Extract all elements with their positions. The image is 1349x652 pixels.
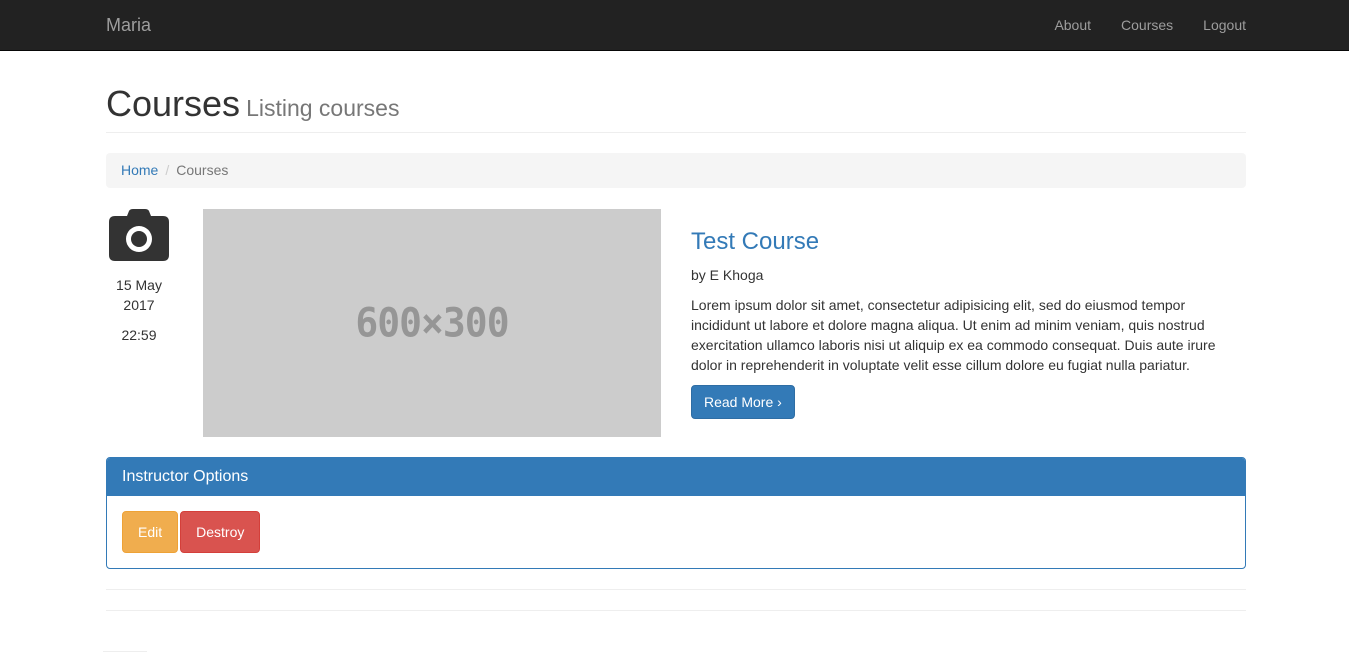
course-description: Lorem ipsum dolor sit amet, consectetur …: [691, 297, 1216, 373]
edit-button[interactable]: Edit: [122, 511, 179, 553]
panel-body: Edit Destroy: [107, 496, 1245, 568]
divider-1: [106, 589, 1246, 590]
page-title-text: Courses: [106, 83, 241, 124]
top-navbar: Maria About Courses Logout: [0, 0, 1349, 51]
course-author: by E Khoga: [691, 267, 764, 283]
nav-link-courses[interactable]: Courses: [1106, 0, 1188, 50]
course-date-column: 15 May 2017 22:59: [106, 209, 172, 345]
course-image-placeholder: 600×300: [203, 209, 661, 437]
breadcrumb-current: Courses: [176, 162, 229, 178]
course-time: 22:59: [121, 327, 157, 343]
breadcrumb-home-link[interactable]: Home: [121, 162, 158, 178]
panel-heading: Instructor Options: [107, 458, 1245, 496]
destroy-button[interactable]: Destroy: [180, 511, 261, 553]
course-title-link[interactable]: Test Course: [691, 226, 819, 258]
page-header: Courses Listing courses: [106, 82, 1246, 133]
breadcrumb-separator: /: [165, 162, 170, 178]
breadcrumb: Home / Courses: [106, 153, 1246, 188]
nav-link-logout[interactable]: Logout: [1188, 0, 1246, 50]
course-body: Test Course by E Khoga Lorem ipsum dolor…: [691, 226, 1246, 419]
nav-link-about[interactable]: About: [1039, 0, 1106, 50]
nav-links: About Courses Logout: [1039, 0, 1246, 50]
read-more-button[interactable]: Read More ›: [691, 385, 795, 419]
course-date: 15 May 2017: [116, 277, 162, 313]
camera-icon: [109, 209, 169, 261]
instructor-options-panel: Instructor Options Edit Destroy: [106, 457, 1246, 569]
placeholder-image-label: 600×300: [355, 299, 509, 347]
page-subtitle: Listing courses: [246, 95, 400, 121]
divider-2: [106, 610, 1246, 611]
page-title: Courses Listing courses: [106, 82, 399, 130]
brand-link[interactable]: Maria: [106, 0, 151, 50]
